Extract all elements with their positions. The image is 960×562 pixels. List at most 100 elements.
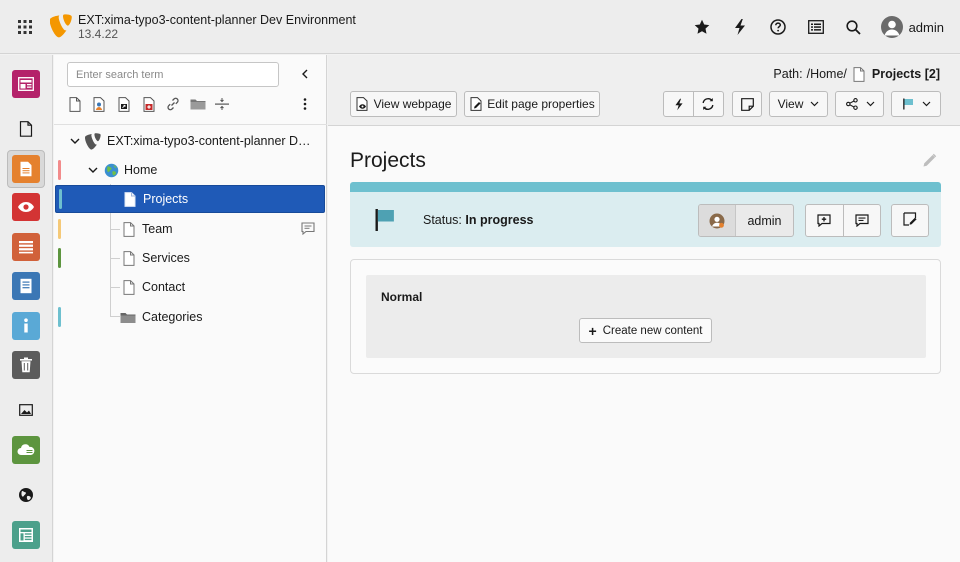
share-icon <box>845 97 859 111</box>
pencil-icon[interactable] <box>922 153 938 169</box>
media-module[interactable] <box>11 395 41 425</box>
list-icon[interactable] <box>803 14 829 40</box>
new-mountpoint-icon[interactable] <box>141 96 157 112</box>
new-link-icon[interactable] <box>165 96 181 112</box>
globe-page-icon <box>103 162 119 178</box>
search-icon[interactable] <box>841 14 867 40</box>
view-dropdown-label: View <box>777 97 804 111</box>
edit-note-icon <box>903 212 917 229</box>
tree-item-label: Team <box>142 222 173 236</box>
dashboard-module[interactable] <box>11 69 41 99</box>
site-version: 13.4.22 <box>78 27 119 41</box>
page-tree-panel: EXT:xima-typo3-content-planner D… Home P… <box>54 55 327 562</box>
status-value: In progress <box>465 213 534 227</box>
bolt-icon[interactable] <box>664 92 693 116</box>
tree-item-label: Home <box>124 163 158 177</box>
top-bar: EXT:xima-typo3-content-planner Dev Envir… <box>0 0 960 54</box>
new-user-page-icon[interactable] <box>92 96 108 112</box>
comment-icon[interactable] <box>301 222 315 236</box>
note-button[interactable] <box>732 91 762 117</box>
user-menu[interactable]: admin <box>880 16 944 38</box>
tree-item-label: EXT:xima-typo3-content-planner D… <box>107 134 311 148</box>
backup-module[interactable] <box>11 435 41 465</box>
module-menu <box>0 55 53 562</box>
image-icon <box>12 396 40 424</box>
tree-item-root[interactable]: EXT:xima-typo3-content-planner D… <box>54 127 327 155</box>
file-icon <box>12 115 40 143</box>
page-icon <box>121 221 137 237</box>
view-webpage-label: View webpage <box>373 97 452 111</box>
assignee-button[interactable]: admin <box>698 204 794 237</box>
tree-item-contact[interactable]: Contact <box>54 273 327 301</box>
new-shortcut-icon[interactable] <box>116 96 132 112</box>
help-icon[interactable] <box>765 14 791 40</box>
status-text: Status: In progress <box>423 213 533 227</box>
tree-item-home[interactable]: Home <box>54 156 327 184</box>
dashboard-icon <box>12 70 40 98</box>
star-icon[interactable] <box>689 14 715 40</box>
tree-divider <box>54 124 327 125</box>
share-dropdown-button[interactable] <box>835 91 884 117</box>
document-icon <box>12 272 40 300</box>
comment-button-group <box>805 204 881 237</box>
doc-header: Path: /Home/ Projects [2] View webpage E… <box>328 55 960 126</box>
comments-icon[interactable] <box>842 205 881 236</box>
plus-icon: + <box>588 322 597 339</box>
add-comment-icon[interactable] <box>806 205 843 236</box>
new-separator-icon[interactable] <box>214 96 230 112</box>
form-module[interactable] <box>11 271 41 301</box>
tree-toolbar <box>67 95 239 113</box>
tree-item-label: Services <box>142 251 190 265</box>
bolt-icon[interactable] <box>727 14 753 40</box>
status-dropdown-button[interactable] <box>891 91 941 117</box>
status-marker <box>58 219 61 239</box>
edit-page-properties-button[interactable]: Edit page properties <box>464 91 600 117</box>
chevron-down-icon[interactable] <box>87 164 99 176</box>
tree-more-icon[interactable] <box>297 95 313 113</box>
chevron-down-icon <box>866 100 875 109</box>
status-label: Status: <box>423 213 462 227</box>
view-module[interactable] <box>11 192 41 222</box>
view-webpage-button[interactable]: View webpage <box>350 91 457 117</box>
cloud-icon <box>12 436 40 464</box>
eye-icon <box>12 193 40 221</box>
collapse-tree-icon[interactable] <box>296 65 314 83</box>
tree-item-services[interactable]: Services <box>54 244 327 272</box>
templates-module[interactable] <box>11 520 41 550</box>
create-new-content-button[interactable]: + Create new content <box>579 318 712 343</box>
file-list-module[interactable] <box>11 114 41 144</box>
tree-item-label: Contact <box>142 280 186 294</box>
layout-icon <box>12 521 40 549</box>
page-module[interactable] <box>7 150 45 188</box>
tree-item-team[interactable]: Team <box>54 215 327 243</box>
list-module[interactable] <box>11 232 41 262</box>
edit-status-button[interactable] <box>891 204 929 237</box>
view-dropdown-button[interactable]: View <box>769 91 828 117</box>
page-icon <box>121 279 137 295</box>
view-page-icon <box>356 97 370 111</box>
list-rows-icon <box>12 233 40 261</box>
recycler-module[interactable] <box>11 350 41 380</box>
chevron-down-icon <box>922 100 931 109</box>
tree-item-categories[interactable]: Categories <box>54 303 327 331</box>
new-page-icon[interactable] <box>67 96 83 112</box>
chevron-down-icon[interactable] <box>69 135 81 147</box>
globe-icon <box>12 481 40 509</box>
site-name: EXT:xima-typo3-content-planner Dev Envir… <box>78 13 356 27</box>
status-marker <box>58 307 61 327</box>
path-label: Path: <box>773 67 803 81</box>
info-module[interactable] <box>11 311 41 341</box>
folder-icon <box>120 309 136 325</box>
page-title: Projects <box>350 149 426 172</box>
new-folder-icon[interactable] <box>190 96 206 112</box>
tree-search-input[interactable] <box>67 62 279 87</box>
assignee-name: admin <box>747 213 782 228</box>
module-menu-toggle-icon[interactable] <box>14 16 36 38</box>
toolbar-icons: admin <box>677 14 944 40</box>
create-new-content-label: Create new content <box>602 324 703 337</box>
sites-module[interactable] <box>11 480 41 510</box>
typo3-logo-icon[interactable] <box>49 14 72 38</box>
column-title: Normal <box>381 290 423 304</box>
tree-item-projects[interactable]: Projects <box>55 185 325 213</box>
refresh-icon[interactable] <box>693 92 722 116</box>
